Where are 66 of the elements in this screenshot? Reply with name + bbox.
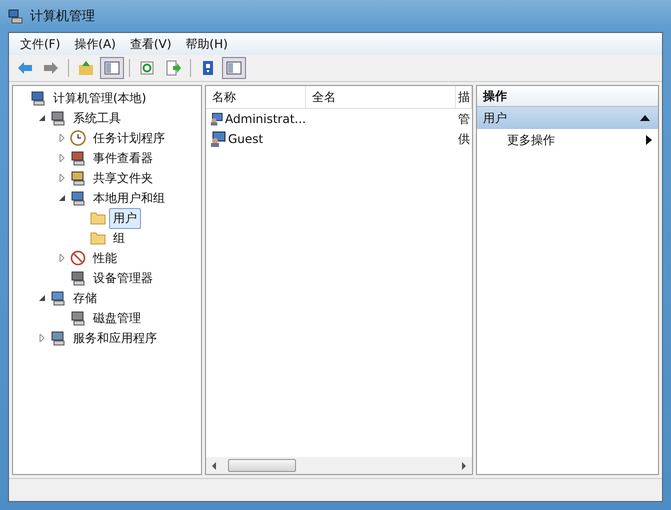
collapse-caret-icon[interactable] bbox=[640, 115, 650, 121]
column-header[interactable]: 描 bbox=[456, 86, 472, 108]
collapse-triangle-icon[interactable] bbox=[38, 294, 46, 302]
action-link[interactable]: 更多操作 bbox=[507, 132, 555, 148]
scrollbar-thumb[interactable] bbox=[228, 459, 296, 472]
computer-management-icon bbox=[8, 8, 24, 24]
menu-item[interactable]: 帮助(H) bbox=[178, 36, 235, 52]
left-arrow-icon bbox=[17, 60, 33, 76]
column-header[interactable]: 全名 bbox=[306, 86, 456, 108]
tree-item[interactable]: 设备管理器 bbox=[89, 268, 157, 288]
collapse-triangle-icon[interactable] bbox=[58, 194, 66, 202]
folder-icon bbox=[90, 210, 106, 226]
clock-icon bbox=[70, 130, 86, 146]
tree-item[interactable]: 组 bbox=[109, 228, 129, 248]
menu-item[interactable]: 文件(F) bbox=[13, 36, 68, 52]
expand-triangle-icon[interactable] bbox=[58, 174, 66, 182]
user-icon bbox=[210, 131, 226, 147]
node-icon bbox=[70, 310, 86, 326]
expand-triangle-icon[interactable] bbox=[38, 334, 46, 342]
actions-section-header[interactable]: 用户 bbox=[477, 107, 658, 129]
expand-triangle-icon[interactable] bbox=[58, 154, 66, 162]
node-icon bbox=[50, 110, 66, 126]
node-icon bbox=[50, 330, 66, 346]
node-icon bbox=[70, 270, 86, 286]
tree-item[interactable]: 任务计划程序 bbox=[89, 128, 169, 148]
node-icon bbox=[50, 290, 66, 306]
expand-triangle-icon[interactable] bbox=[58, 254, 66, 262]
folder-up-icon bbox=[78, 60, 94, 76]
column-header[interactable]: 名称 bbox=[206, 86, 306, 108]
no-sign-icon bbox=[70, 250, 86, 266]
pane-icon bbox=[226, 60, 242, 76]
right-arrow-icon bbox=[43, 60, 59, 76]
pane-icon bbox=[104, 60, 120, 76]
tree-item[interactable]: 共享文件夹 bbox=[89, 168, 157, 188]
tree-item[interactable]: 计算机管理(本地) bbox=[49, 88, 150, 108]
table-cell: 管 bbox=[458, 110, 470, 128]
window-title: 计算机管理 bbox=[30, 8, 95, 25]
node-icon bbox=[70, 170, 86, 186]
tree-item[interactable]: 本地用户和组 bbox=[89, 188, 169, 208]
tree-item[interactable]: 用户 bbox=[109, 208, 141, 228]
expand-triangle-icon[interactable] bbox=[58, 134, 66, 142]
node-icon bbox=[70, 150, 86, 166]
pane-toggle-button[interactable] bbox=[222, 57, 246, 79]
collapse-triangle-icon[interactable] bbox=[38, 114, 46, 122]
menu-item[interactable]: 操作(A) bbox=[67, 36, 123, 52]
folder-icon bbox=[90, 230, 106, 246]
help-icon bbox=[200, 60, 216, 76]
tree-item[interactable]: 磁盘管理 bbox=[89, 308, 145, 328]
menu-item[interactable]: 查看(V) bbox=[122, 36, 178, 52]
tree-item[interactable]: 性能 bbox=[89, 248, 121, 268]
table-cell: 供 bbox=[458, 130, 470, 148]
table-cell: Guest bbox=[228, 132, 264, 146]
pane-toggle-button[interactable] bbox=[100, 57, 124, 79]
table-cell: Administrat... bbox=[225, 112, 306, 126]
tree-item[interactable]: 服务和应用程序 bbox=[69, 328, 161, 348]
actions-header: 操作 bbox=[477, 86, 658, 107]
tree-item[interactable]: 系统工具 bbox=[69, 108, 125, 128]
scroll-right-icon[interactable] bbox=[460, 462, 468, 470]
refresh-icon bbox=[139, 60, 155, 76]
tree-item[interactable]: 事件查看器 bbox=[89, 148, 157, 168]
scroll-left-icon[interactable] bbox=[210, 462, 218, 470]
export-icon bbox=[165, 60, 181, 76]
tree-item[interactable]: 存储 bbox=[69, 288, 101, 308]
user-icon bbox=[210, 111, 224, 127]
submenu-caret-icon bbox=[646, 135, 652, 145]
computer-icon bbox=[30, 90, 46, 106]
